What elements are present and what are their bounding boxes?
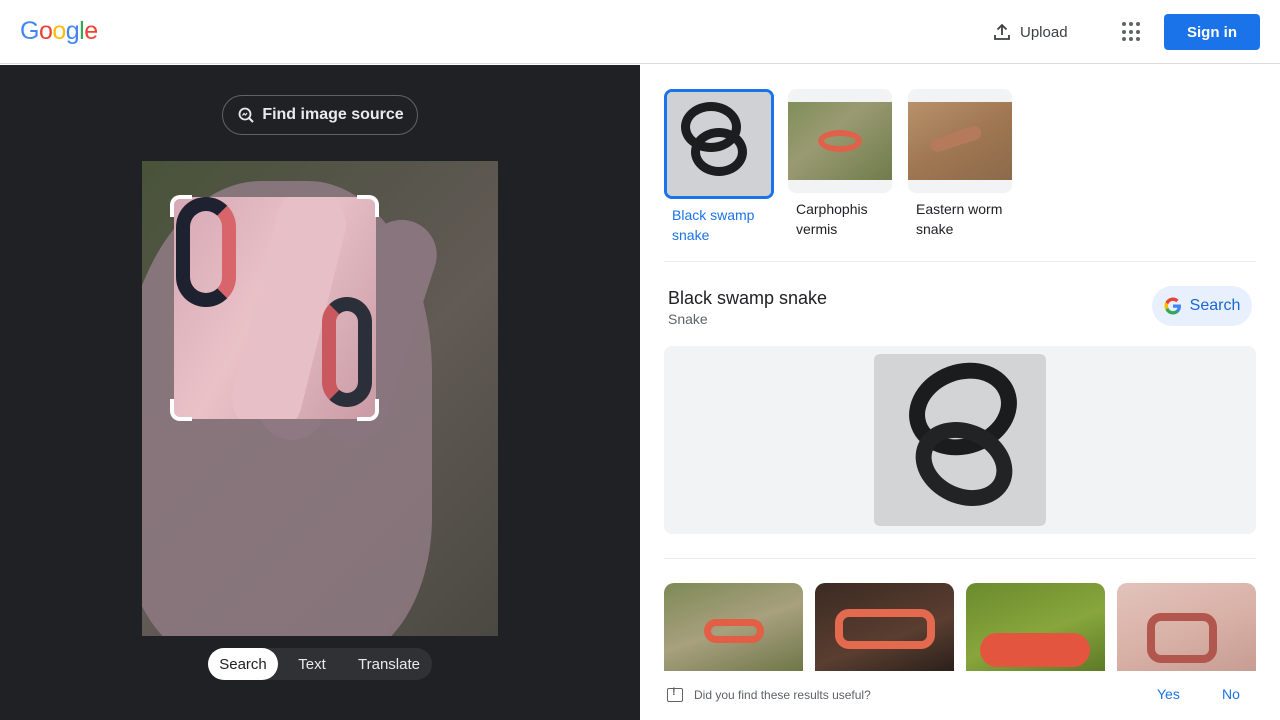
lens-image-pane: Find image source Search Text Translate xyxy=(0,65,640,720)
apps-grid-icon[interactable] xyxy=(1120,20,1144,44)
visual-match-image[interactable] xyxy=(815,583,954,671)
crop-handle-top-right[interactable] xyxy=(357,195,379,217)
candidate-label: Carphophis vermis xyxy=(796,201,868,237)
google-g-icon xyxy=(1164,297,1181,315)
entity-search-button[interactable]: Search xyxy=(1152,286,1252,326)
entity-hero-image-panel xyxy=(664,346,1256,534)
entity-subtitle: Snake xyxy=(668,311,708,327)
logo-letter-o1: o xyxy=(38,17,53,45)
candidate-label: Eastern worm snake xyxy=(916,201,1003,237)
mode-text[interactable]: Text xyxy=(278,648,346,680)
crop-handle-bottom-right[interactable] xyxy=(357,399,379,421)
find-image-source-label: Find image source xyxy=(262,106,404,123)
candidate-black-swamp-snake[interactable]: Black swamp snake xyxy=(664,89,774,245)
upload-label: Upload xyxy=(1020,23,1068,41)
logo-letter-g2: g xyxy=(65,17,80,45)
logo-letter-e: e xyxy=(84,17,98,45)
feedback-yes-button[interactable]: Yes xyxy=(1157,686,1180,702)
visual-match-image[interactable] xyxy=(664,583,803,671)
entity-title: Black swamp snake xyxy=(668,288,828,308)
uploaded-photo xyxy=(142,161,498,636)
find-image-source-button[interactable]: Find image source xyxy=(222,95,418,135)
entity-hero-image[interactable] xyxy=(874,354,1046,526)
feedback-bar: Did you find these results useful? Yes N… xyxy=(640,671,1280,720)
logo-letter-g: G xyxy=(20,17,39,45)
image-search-icon xyxy=(238,107,255,123)
upload-icon xyxy=(994,23,1010,40)
google-logo[interactable]: Google xyxy=(20,17,98,46)
crop-handle-top-left[interactable] xyxy=(170,195,192,217)
logo-letter-o2: o xyxy=(52,17,66,45)
sign-in-button[interactable]: Sign in xyxy=(1164,14,1260,50)
candidate-eastern-worm-snake[interactable]: Eastern worm snake xyxy=(908,89,1018,239)
candidate-label: Black swamp snake xyxy=(672,207,755,243)
lens-mode-switcher: Search Text Translate xyxy=(208,648,432,680)
feedback-icon xyxy=(667,686,683,702)
feedback-question: Did you find these results useful? xyxy=(694,688,871,702)
visual-match-image[interactable] xyxy=(966,583,1105,671)
candidate-thumbnail xyxy=(788,89,892,193)
mode-search[interactable]: Search xyxy=(208,648,278,680)
entity-search-label: Search xyxy=(1189,297,1241,314)
mode-translate[interactable]: Translate xyxy=(346,648,432,680)
candidate-carphophis-vermis[interactable]: Carphophis vermis xyxy=(788,89,898,239)
top-bar: Google Upload Sign in xyxy=(0,0,1280,64)
crop-handle-bottom-left[interactable] xyxy=(170,399,192,421)
candidate-thumbnail xyxy=(664,89,774,199)
selected-crop-region[interactable] xyxy=(174,197,376,419)
upload-button[interactable]: Upload xyxy=(992,20,1068,44)
section-divider xyxy=(664,558,1256,559)
candidate-list: Black swamp snake Carphophis vermis East… xyxy=(664,89,1256,262)
visual-match-image[interactable] xyxy=(1117,583,1256,671)
feedback-no-button[interactable]: No xyxy=(1222,686,1240,702)
results-pane: Black swamp snake Carphophis vermis East… xyxy=(640,65,1280,720)
candidate-thumbnail xyxy=(908,89,1012,193)
visual-matches-grid xyxy=(664,583,1256,671)
